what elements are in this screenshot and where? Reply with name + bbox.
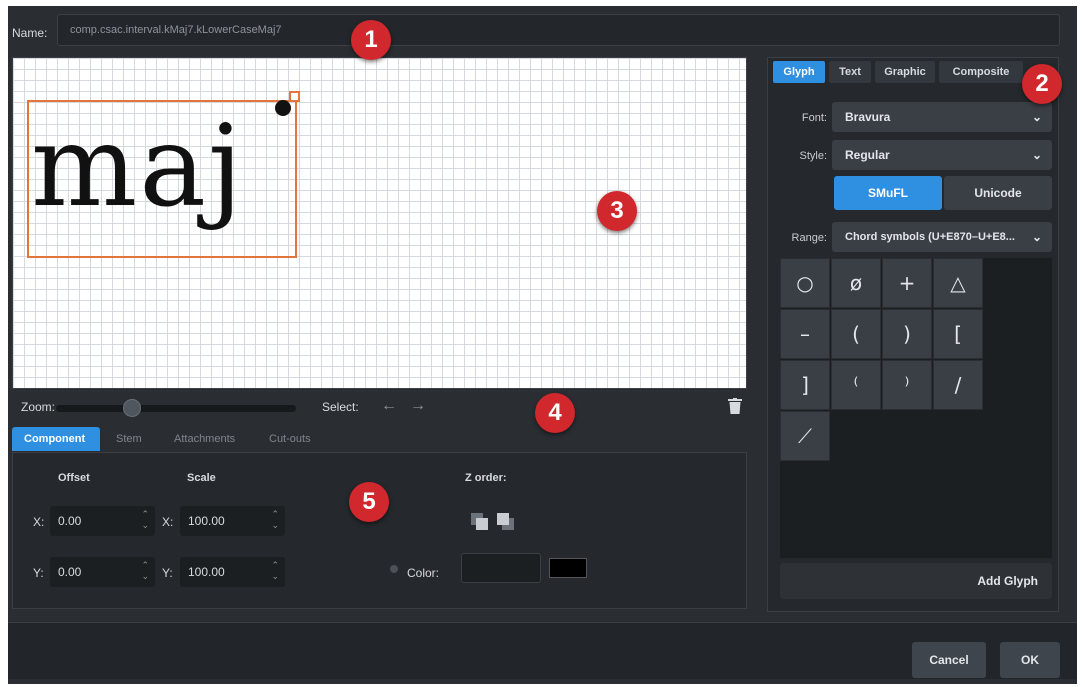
callout-badge-5: 5 bbox=[349, 482, 389, 522]
callout-badge-2: 2 bbox=[1022, 64, 1062, 104]
scale-label: Scale bbox=[187, 472, 216, 484]
chevron-down-icon: ⌄ bbox=[1031, 230, 1042, 244]
delete-icon[interactable] bbox=[728, 398, 742, 414]
style-dropdown[interactable]: Regular ⌄ bbox=[832, 140, 1052, 170]
glyph-cell[interactable]: ( bbox=[831, 309, 881, 359]
name-field[interactable]: comp.csac.interval.kMaj7.kLowerCaseMaj7 bbox=[57, 14, 1060, 46]
glyph-cell[interactable]: ⁾ bbox=[882, 360, 932, 410]
glyph-cell[interactable]: ] bbox=[780, 360, 830, 410]
glyph-canvas[interactable]: maj bbox=[12, 57, 747, 389]
zoom-label: Zoom: bbox=[21, 400, 56, 414]
offset-y-field[interactable]: 0.00 ⌃ ⌄ bbox=[50, 557, 155, 587]
glyph-cell[interactable]: ⁽ bbox=[831, 360, 881, 410]
cancel-button[interactable]: Cancel bbox=[912, 642, 986, 678]
bring-forward-icon[interactable] bbox=[470, 512, 490, 532]
chevron-down-icon: ⌄ bbox=[1031, 148, 1042, 162]
callout-badge-4: 4 bbox=[535, 393, 575, 433]
unicode-button[interactable]: Unicode bbox=[944, 176, 1052, 210]
tab-cut-outs[interactable]: Cut-outs bbox=[257, 427, 323, 451]
color-label: Color: bbox=[407, 566, 440, 580]
style-label: Style: bbox=[799, 150, 827, 162]
glyph-cell[interactable]: △ bbox=[933, 258, 983, 308]
tab-glyph[interactable]: Glyph bbox=[773, 61, 825, 83]
tab-graphic[interactable]: Graphic bbox=[875, 61, 935, 83]
offset-label: Offset bbox=[58, 472, 90, 484]
send-backward-icon[interactable] bbox=[496, 512, 516, 532]
glyph-cell[interactable]: ⟋ bbox=[780, 411, 830, 461]
range-dropdown[interactable]: Chord symbols (U+E870–U+E8... ⌄ bbox=[832, 222, 1052, 252]
style-value: Regular bbox=[845, 148, 890, 162]
ok-button[interactable]: OK bbox=[1000, 642, 1060, 678]
stepper-icon[interactable]: ⌃ ⌄ bbox=[271, 560, 279, 582]
chevron-down-icon: ⌄ bbox=[1031, 110, 1042, 124]
callout-badge-3: 3 bbox=[597, 191, 637, 231]
offset-y-label: Y: bbox=[33, 566, 44, 580]
offset-y-value: 0.00 bbox=[58, 565, 82, 579]
zoom-slider[interactable] bbox=[56, 405, 296, 412]
scale-x-value: 100.00 bbox=[188, 514, 225, 528]
add-glyph-button[interactable]: Add Glyph bbox=[780, 563, 1052, 599]
scale-x-label: X: bbox=[162, 515, 174, 529]
glyph-cell[interactable]: – bbox=[780, 309, 830, 359]
resize-handle[interactable] bbox=[289, 91, 300, 102]
select-next-button[interactable]: → bbox=[410, 397, 426, 415]
tab-text[interactable]: Text bbox=[829, 61, 871, 83]
glyph-cell[interactable]: ø bbox=[831, 258, 881, 308]
select-label: Select: bbox=[322, 400, 359, 414]
offset-x-label: X: bbox=[33, 515, 45, 529]
tab-component[interactable]: Component bbox=[12, 427, 100, 451]
zoom-slider-thumb[interactable] bbox=[122, 399, 141, 417]
font-label: Font: bbox=[801, 112, 827, 124]
stepper-icon[interactable]: ⌃ ⌄ bbox=[271, 509, 279, 531]
select-previous-button[interactable]: ← bbox=[381, 397, 397, 415]
range-label: Range: bbox=[791, 232, 827, 244]
font-value: Bravura bbox=[845, 110, 891, 124]
tab-stem[interactable]: Stem bbox=[104, 427, 154, 451]
offset-x-field[interactable]: 0.00 ⌃ ⌄ bbox=[50, 506, 155, 536]
glyph-cell[interactable]: / bbox=[933, 360, 983, 410]
glyph-cell[interactable]: + bbox=[882, 258, 932, 308]
stepper-icon[interactable]: ⌃ ⌄ bbox=[141, 509, 149, 531]
smufl-button[interactable]: SMuFL bbox=[834, 176, 942, 210]
scale-x-field[interactable]: 100.00 ⌃ ⌄ bbox=[180, 506, 285, 536]
scale-y-label: Y: bbox=[162, 566, 173, 580]
anchor-point[interactable] bbox=[275, 100, 291, 116]
color-toggle-icon[interactable] bbox=[390, 565, 398, 573]
scale-y-value: 100.00 bbox=[188, 565, 225, 579]
glyph-cell[interactable]: [ bbox=[933, 309, 983, 359]
glyph-grid: ○ ø + △ – ( ) [ ] ⁽ ⁾ / ⟋ bbox=[780, 258, 1052, 558]
callout-badge-1: 1 bbox=[351, 20, 391, 60]
tab-composite[interactable]: Composite bbox=[939, 61, 1023, 83]
glyph-cell[interactable]: ○ bbox=[780, 258, 830, 308]
offset-x-value: 0.00 bbox=[58, 514, 82, 528]
color-field[interactable] bbox=[461, 553, 541, 583]
component-tabs: Component Stem Attachments Cut-outs bbox=[12, 427, 747, 453]
font-dropdown[interactable]: Bravura ⌄ bbox=[832, 102, 1052, 132]
selection-box[interactable] bbox=[27, 100, 297, 258]
name-label: Name: bbox=[12, 26, 48, 40]
scale-y-field[interactable]: 100.00 ⌃ ⌄ bbox=[180, 557, 285, 587]
glyph-cell[interactable]: ) bbox=[882, 309, 932, 359]
z-order-label: Z order: bbox=[465, 472, 507, 484]
range-value: Chord symbols (U+E870–U+E8... bbox=[845, 231, 1015, 243]
stepper-icon[interactable]: ⌃ ⌄ bbox=[141, 560, 149, 582]
color-swatch[interactable] bbox=[549, 558, 587, 578]
tab-attachments[interactable]: Attachments bbox=[162, 427, 247, 451]
